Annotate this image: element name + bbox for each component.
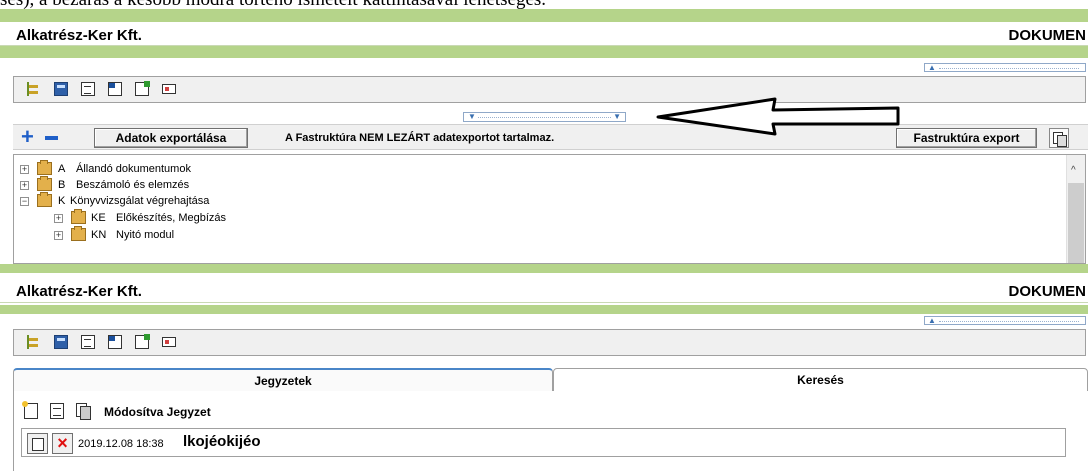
- tree-view-icon[interactable]: [27, 335, 41, 349]
- new-note-icon[interactable]: [22, 401, 38, 419]
- company-title: Alkatrész-Ker Kft.: [16, 283, 142, 300]
- subheader-accent-bar: [0, 305, 1088, 314]
- main-toolbar: [13, 329, 1086, 356]
- notes-tabs: Jegyzetek Keresés: [13, 368, 1088, 392]
- document-label: DOKUMEN: [1008, 283, 1087, 300]
- document-icon[interactable]: [81, 335, 95, 349]
- note-document-icon[interactable]: [50, 403, 64, 419]
- title-bar: Alkatrész-Ker Kft. DOKUMEN: [0, 273, 1088, 303]
- tab-notes[interactable]: Jegyzetek: [13, 368, 553, 392]
- arrow-up-icon: ▲: [928, 316, 936, 325]
- delete-note-icon[interactable]: ×: [52, 433, 73, 454]
- copy-note-icon[interactable]: [76, 403, 91, 420]
- tab-search[interactable]: Keresés: [553, 368, 1088, 392]
- header-accent-bar: [0, 264, 1088, 273]
- calculator-icon[interactable]: [54, 335, 68, 349]
- note-date: 2019.12.08 18:38: [78, 438, 164, 450]
- note-text[interactable]: lkojéokijéo: [183, 433, 261, 450]
- panel-splitter-handle[interactable]: ▲: [924, 316, 1086, 325]
- document-new-icon[interactable]: [135, 334, 150, 349]
- document-edit-icon[interactable]: [108, 335, 122, 349]
- edit-note-icon[interactable]: [27, 433, 48, 454]
- notes-column-header: Módosítva Jegyzet: [104, 405, 211, 419]
- note-row: × 2019.12.08 18:38 lkojéokijéo: [21, 428, 1066, 457]
- card-icon[interactable]: [162, 337, 176, 347]
